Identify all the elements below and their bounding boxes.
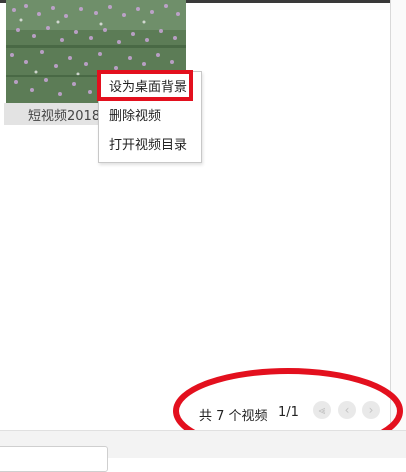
highlight-annotation-box xyxy=(97,70,193,101)
bottom-bar xyxy=(0,430,406,472)
video-caption: 短视频2018 xyxy=(28,109,101,124)
bottom-button[interactable] xyxy=(0,446,108,472)
menu-item-open-video-folder[interactable]: 打开视频目录 xyxy=(99,133,201,159)
menu-item-delete-video[interactable]: 删除视频 xyxy=(99,104,201,130)
